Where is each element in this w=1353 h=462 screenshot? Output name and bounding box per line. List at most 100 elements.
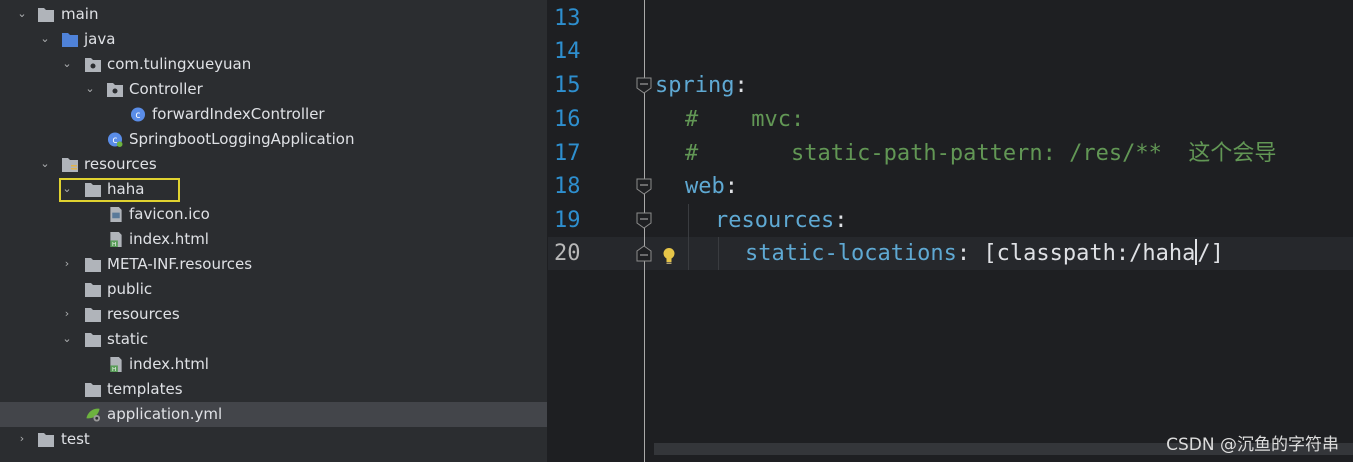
tree-item-test[interactable]: › test [0, 427, 547, 452]
indent-guide [718, 237, 719, 270]
tree-item-java[interactable]: ⌄ java [0, 27, 547, 52]
tree-item-label: test [61, 430, 90, 448]
folder-icon [38, 433, 54, 447]
chevron-right-icon[interactable]: › [17, 433, 27, 445]
code-line-20[interactable]: static-locations: [classpath:/haha/] [745, 237, 1224, 270]
code-line-19[interactable]: resources: [715, 204, 847, 237]
tree-item-label: index.html [129, 230, 209, 248]
yaml-file-icon [86, 408, 101, 422]
tree-item-label: main [61, 5, 99, 23]
yaml-colon: : [734, 73, 748, 98]
line-number: 13 [554, 6, 581, 31]
tree-item-label: META-INF.resources [107, 255, 253, 273]
code-line-18[interactable]: web: [685, 170, 738, 203]
tree-item-controller[interactable]: ⌄ Controller [0, 77, 547, 102]
folder-icon [85, 383, 101, 397]
spring-boot-class-icon: c [107, 132, 123, 147]
folder-icon [85, 308, 101, 322]
tree-item-label: index.html [129, 355, 209, 373]
package-icon [107, 83, 123, 97]
line-number: 15 [554, 73, 581, 98]
tree-item-package[interactable]: ⌄ com.tulingxueyuan [0, 52, 547, 77]
folder-icon [85, 283, 101, 297]
tree-item-application-yml[interactable]: application.yml [0, 402, 547, 427]
line-number: 18 [554, 174, 581, 199]
chevron-down-icon[interactable]: ⌄ [40, 158, 50, 170]
yaml-colon: : [834, 208, 848, 233]
line-number: 19 [554, 208, 581, 233]
code-line-15[interactable]: spring: [655, 69, 748, 102]
svg-text:H: H [112, 242, 116, 247]
chevron-down-icon[interactable]: ⌄ [62, 58, 72, 70]
tree-item-main[interactable]: ⌄ main [0, 2, 547, 27]
resources-folder-icon [62, 158, 78, 172]
chevron-right-icon[interactable]: › [62, 308, 72, 320]
tree-item-springboot-app[interactable]: c SpringbootLoggingApplication [0, 127, 547, 152]
yaml-value: /] [1197, 241, 1224, 266]
folder-icon [85, 333, 101, 347]
tree-item-resources-sub[interactable]: › resources [0, 302, 547, 327]
lightbulb-icon[interactable] [662, 247, 676, 265]
tree-item-label: com.tulingxueyuan [107, 55, 252, 73]
svg-text:c: c [112, 135, 117, 146]
tree-item-label: resources [107, 305, 180, 323]
gutter: 13 14 15 16 17 18 19 20 [548, 0, 644, 462]
watermark: CSDN @沉鱼的字符串 [1166, 435, 1339, 455]
tree-item-label: SpringbootLoggingApplication [129, 130, 355, 148]
highlight-box [59, 178, 180, 202]
package-icon [85, 58, 101, 72]
tree-item-label: application.yml [107, 405, 223, 423]
chevron-down-icon[interactable]: ⌄ [17, 8, 27, 20]
tree-item-label: forwardIndexController [152, 105, 325, 123]
indent-guide [688, 204, 689, 270]
yaml-key: resources [715, 208, 835, 233]
class-icon: c [130, 107, 146, 122]
chevron-down-icon[interactable]: ⌄ [62, 333, 72, 345]
tree-item-favicon[interactable]: favicon.ico [0, 202, 547, 227]
gutter-divider [644, 0, 645, 462]
tree-item-static-index-html[interactable]: H index.html [0, 352, 547, 377]
chevron-down-icon[interactable]: ⌄ [40, 33, 50, 45]
yaml-colon: : [724, 174, 738, 199]
fold-toggle-icon[interactable] [636, 212, 652, 229]
yaml-comment: # static-path-pattern: /res/** 这个会导 [685, 141, 1277, 166]
source-folder-icon [62, 33, 78, 47]
tree-item-label: static [107, 330, 149, 348]
svg-text:H: H [112, 367, 116, 372]
line-number: 16 [554, 107, 581, 132]
svg-text:c: c [135, 110, 140, 121]
code-line-16[interactable]: # mvc: [685, 103, 804, 136]
folder-icon [85, 258, 101, 272]
tree-item-static[interactable]: ⌄ static [0, 327, 547, 352]
folder-icon [38, 8, 54, 22]
fold-toggle-icon[interactable] [636, 245, 652, 262]
tree-item-meta-inf[interactable]: › META-INF.resources [0, 252, 547, 277]
code-editor[interactable]: 13 14 15 16 17 18 19 20 spring: # mvc: #… [548, 0, 1353, 462]
yaml-key: web [685, 174, 725, 199]
tree-item-forward-index-controller[interactable]: c forwardIndexController [0, 102, 547, 127]
tree-item-label: java [84, 30, 116, 48]
yaml-value: [classpath:/haha [983, 241, 1196, 266]
tree-item-label: public [107, 280, 153, 298]
tree-item-label: favicon.ico [129, 205, 210, 223]
tree-item-label: resources [84, 155, 157, 173]
fold-toggle-icon[interactable] [636, 77, 652, 94]
tree-item-public[interactable]: public [0, 277, 547, 302]
line-number: 17 [554, 141, 581, 166]
yaml-key: spring [655, 73, 735, 98]
tree-item-templates[interactable]: templates [0, 377, 547, 402]
tree-item-resources[interactable]: ⌄ resources [0, 152, 547, 177]
tree-item-label: templates [107, 380, 183, 398]
tree-item-index-html[interactable]: H index.html [0, 227, 547, 252]
line-number: 14 [554, 39, 581, 64]
ico-file-icon [110, 207, 122, 222]
project-tree: ⌄ main ⌄ java ⌄ com.tulingxueyuan ⌄ Cont… [0, 0, 547, 462]
yaml-key: static-locations [745, 241, 957, 266]
tree-item-label: Controller [129, 80, 203, 98]
chevron-right-icon[interactable]: › [62, 258, 72, 270]
code-line-17[interactable]: # static-path-pattern: /res/** 这个会导 [685, 137, 1276, 170]
fold-toggle-icon[interactable] [636, 178, 652, 195]
yaml-colon: : [956, 241, 984, 266]
yaml-comment: # mvc: [685, 107, 805, 132]
chevron-down-icon[interactable]: ⌄ [85, 83, 95, 95]
